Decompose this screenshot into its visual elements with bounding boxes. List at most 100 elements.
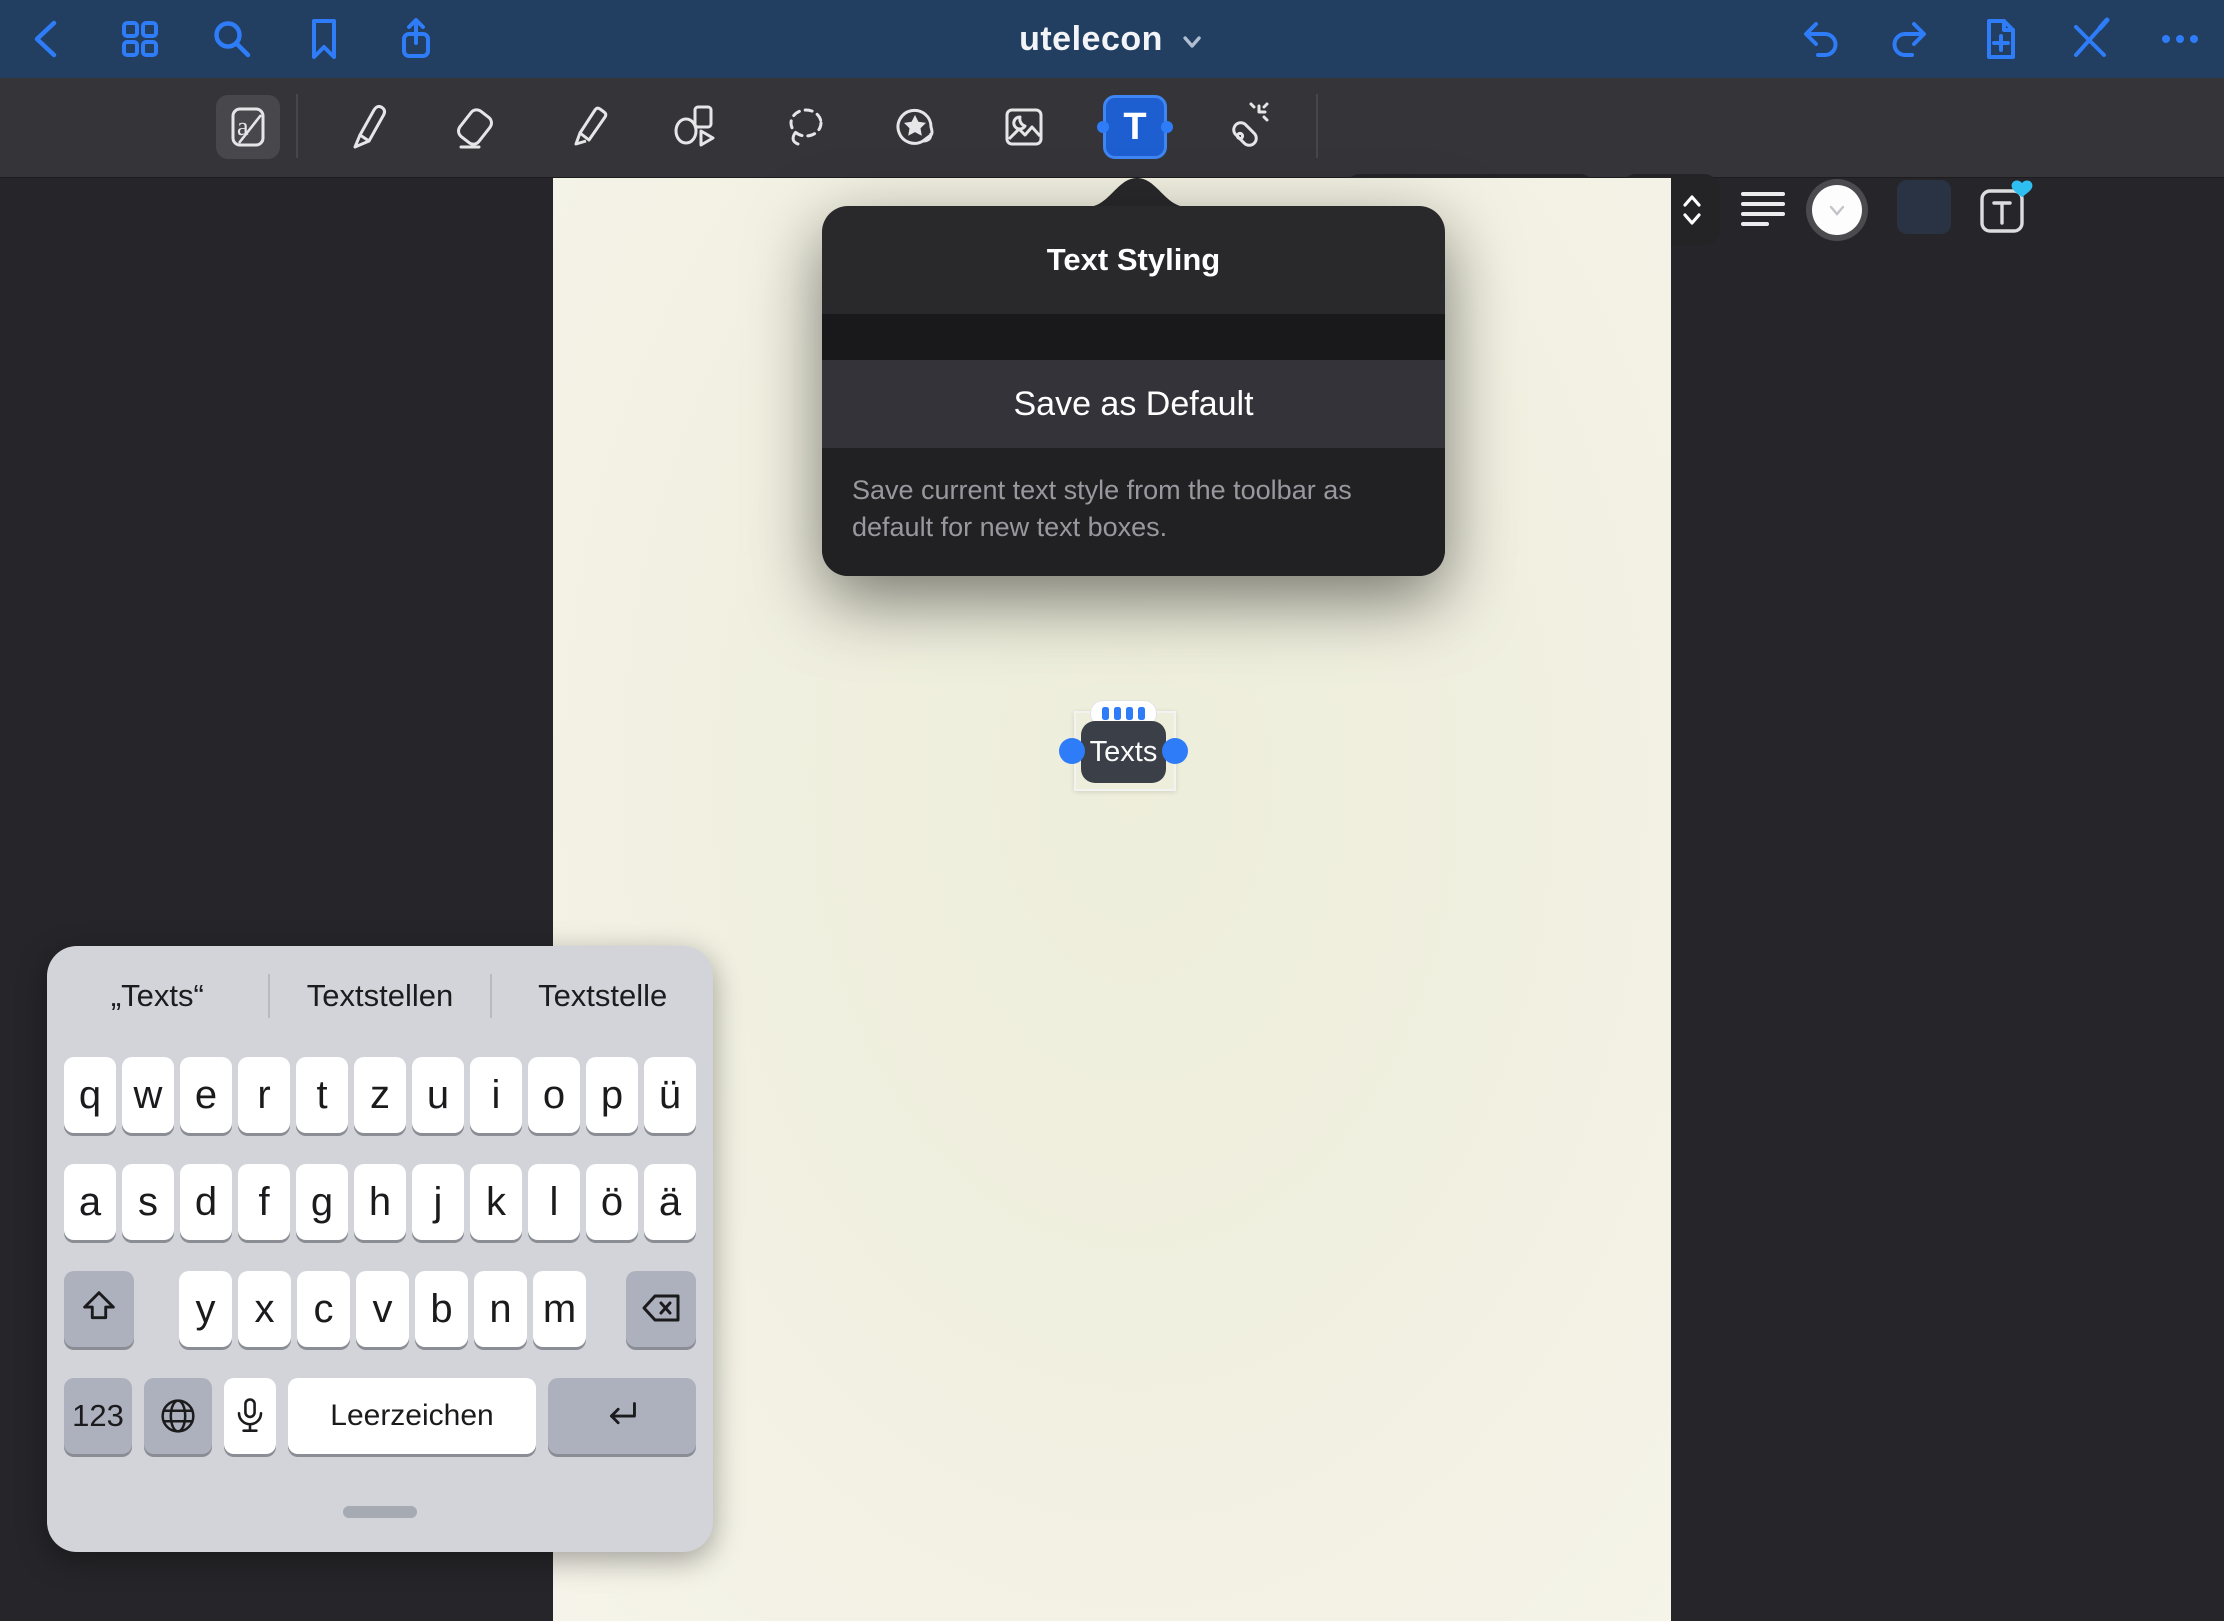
text-style-heart-icon [1970, 177, 2042, 243]
key-s[interactable]: s [122, 1164, 174, 1240]
key-r[interactable]: r [238, 1057, 290, 1133]
more-button[interactable] [2154, 13, 2206, 65]
lasso-tool[interactable] [770, 95, 842, 159]
back-button[interactable] [22, 13, 74, 65]
key-u[interactable]: u [412, 1057, 464, 1133]
favorite-text-style-button[interactable] [1968, 177, 2044, 243]
key-f[interactable]: f [238, 1164, 290, 1240]
save-as-default-button[interactable]: Save as Default [822, 360, 1445, 448]
textbox-resize-handle-right[interactable] [1162, 738, 1188, 764]
key-z[interactable]: z [354, 1057, 406, 1133]
globe-key[interactable] [144, 1378, 212, 1454]
key-e[interactable]: e [180, 1057, 232, 1133]
image-icon [996, 99, 1052, 155]
key-row-1: qwertzuiopü [64, 1057, 696, 1133]
backspace-key[interactable] [626, 1271, 696, 1347]
undo-icon [1796, 15, 1844, 63]
highlighter-icon [558, 99, 614, 155]
key-y[interactable]: y [179, 1271, 232, 1347]
top-nav-bar: utelecon [0, 0, 2224, 78]
key-n[interactable]: n [474, 1271, 527, 1347]
handwriting-convert-icon: a [222, 101, 274, 153]
suggestion-quoted[interactable]: „Texts“ [47, 978, 268, 1014]
shapes-icon [667, 99, 723, 155]
key-t[interactable]: t [296, 1057, 348, 1133]
return-key[interactable] [548, 1378, 696, 1454]
key-q[interactable]: q [64, 1057, 116, 1133]
ellipsis-icon [2156, 15, 2204, 63]
highlighter-tool[interactable] [550, 95, 622, 159]
key-c[interactable]: c [297, 1271, 350, 1347]
key-p[interactable]: p [586, 1057, 638, 1133]
undo-button[interactable] [1794, 13, 1846, 65]
key-b[interactable]: b [415, 1271, 468, 1347]
app-screen: utelecon a [0, 0, 2224, 1621]
toolbar-divider [1316, 94, 1318, 158]
nav-left-group [22, 0, 442, 78]
textbox-content[interactable]: Texts [1081, 721, 1166, 783]
thumbnails-button[interactable] [114, 13, 166, 65]
key-g[interactable]: g [296, 1164, 348, 1240]
key-row-3-letters: yxcvbnm [179, 1271, 586, 1347]
backspace-icon [637, 1285, 685, 1333]
popover-title: Text Styling [822, 206, 1445, 314]
keyboard-drag-indicator[interactable] [343, 1506, 417, 1518]
dictation-key[interactable] [224, 1378, 276, 1454]
text-color-swatch[interactable] [1806, 179, 1868, 241]
document-title-button[interactable]: utelecon [1019, 0, 1205, 78]
numbers-key[interactable]: 123 [64, 1378, 132, 1454]
key-ü[interactable]: ü [644, 1057, 696, 1133]
add-page-button[interactable] [1974, 13, 2026, 65]
shift-key[interactable] [64, 1271, 134, 1347]
space-key[interactable]: Leerzeichen [288, 1378, 536, 1454]
key-row-4: 123 Leerzeichen [64, 1378, 696, 1454]
suggestion-2[interactable]: Textstelle [492, 978, 713, 1014]
key-ä[interactable]: ä [644, 1164, 696, 1240]
text-tool-selected[interactable]: T [1103, 95, 1167, 159]
pen-icon [338, 99, 394, 155]
nav-right-group [1794, 0, 2206, 78]
handwriting-convert-tool[interactable]: a [216, 95, 280, 159]
key-ö[interactable]: ö [586, 1164, 638, 1240]
key-w[interactable]: w [122, 1057, 174, 1133]
numbers-key-label: 123 [72, 1398, 124, 1434]
mic-icon [228, 1394, 272, 1438]
eraser-tool[interactable] [439, 95, 511, 159]
laser-pointer-tool[interactable] [1209, 95, 1281, 159]
key-h[interactable]: h [354, 1164, 406, 1240]
secondary-swatch[interactable] [1897, 180, 1951, 234]
align-left-icon [1734, 184, 1792, 234]
redo-button[interactable] [1884, 13, 1936, 65]
key-x[interactable]: x [238, 1271, 291, 1347]
stickers-tool[interactable] [879, 95, 951, 159]
drag-bar [1126, 707, 1133, 720]
shapes-tool[interactable] [659, 95, 731, 159]
key-v[interactable]: v [356, 1271, 409, 1347]
bookmark-button[interactable] [298, 13, 350, 65]
key-a[interactable]: a [64, 1164, 116, 1240]
document-title: utelecon [1019, 20, 1163, 59]
key-j[interactable]: j [412, 1164, 464, 1240]
search-icon [208, 15, 256, 63]
globe-icon [155, 1393, 201, 1439]
textbox-resize-handle-left[interactable] [1059, 738, 1085, 764]
key-m[interactable]: m [533, 1271, 586, 1347]
color-white-selected [1812, 185, 1862, 235]
key-d[interactable]: d [180, 1164, 232, 1240]
text-align-button[interactable] [1730, 181, 1796, 237]
key-k[interactable]: k [470, 1164, 522, 1240]
suggestion-1[interactable]: Textstellen [270, 978, 491, 1014]
key-l[interactable]: l [528, 1164, 580, 1240]
textbox-text: Texts [1090, 736, 1158, 769]
drag-bar [1102, 707, 1109, 720]
share-button[interactable] [390, 13, 442, 65]
key-i[interactable]: i [470, 1057, 522, 1133]
share-icon [392, 15, 440, 63]
pen-tool[interactable] [330, 95, 402, 159]
bookmark-icon [300, 15, 348, 63]
stop-editing-button[interactable] [2064, 13, 2116, 65]
key-o[interactable]: o [528, 1057, 580, 1133]
search-button[interactable] [206, 13, 258, 65]
image-tool[interactable] [988, 95, 1060, 159]
return-icon [599, 1393, 645, 1439]
